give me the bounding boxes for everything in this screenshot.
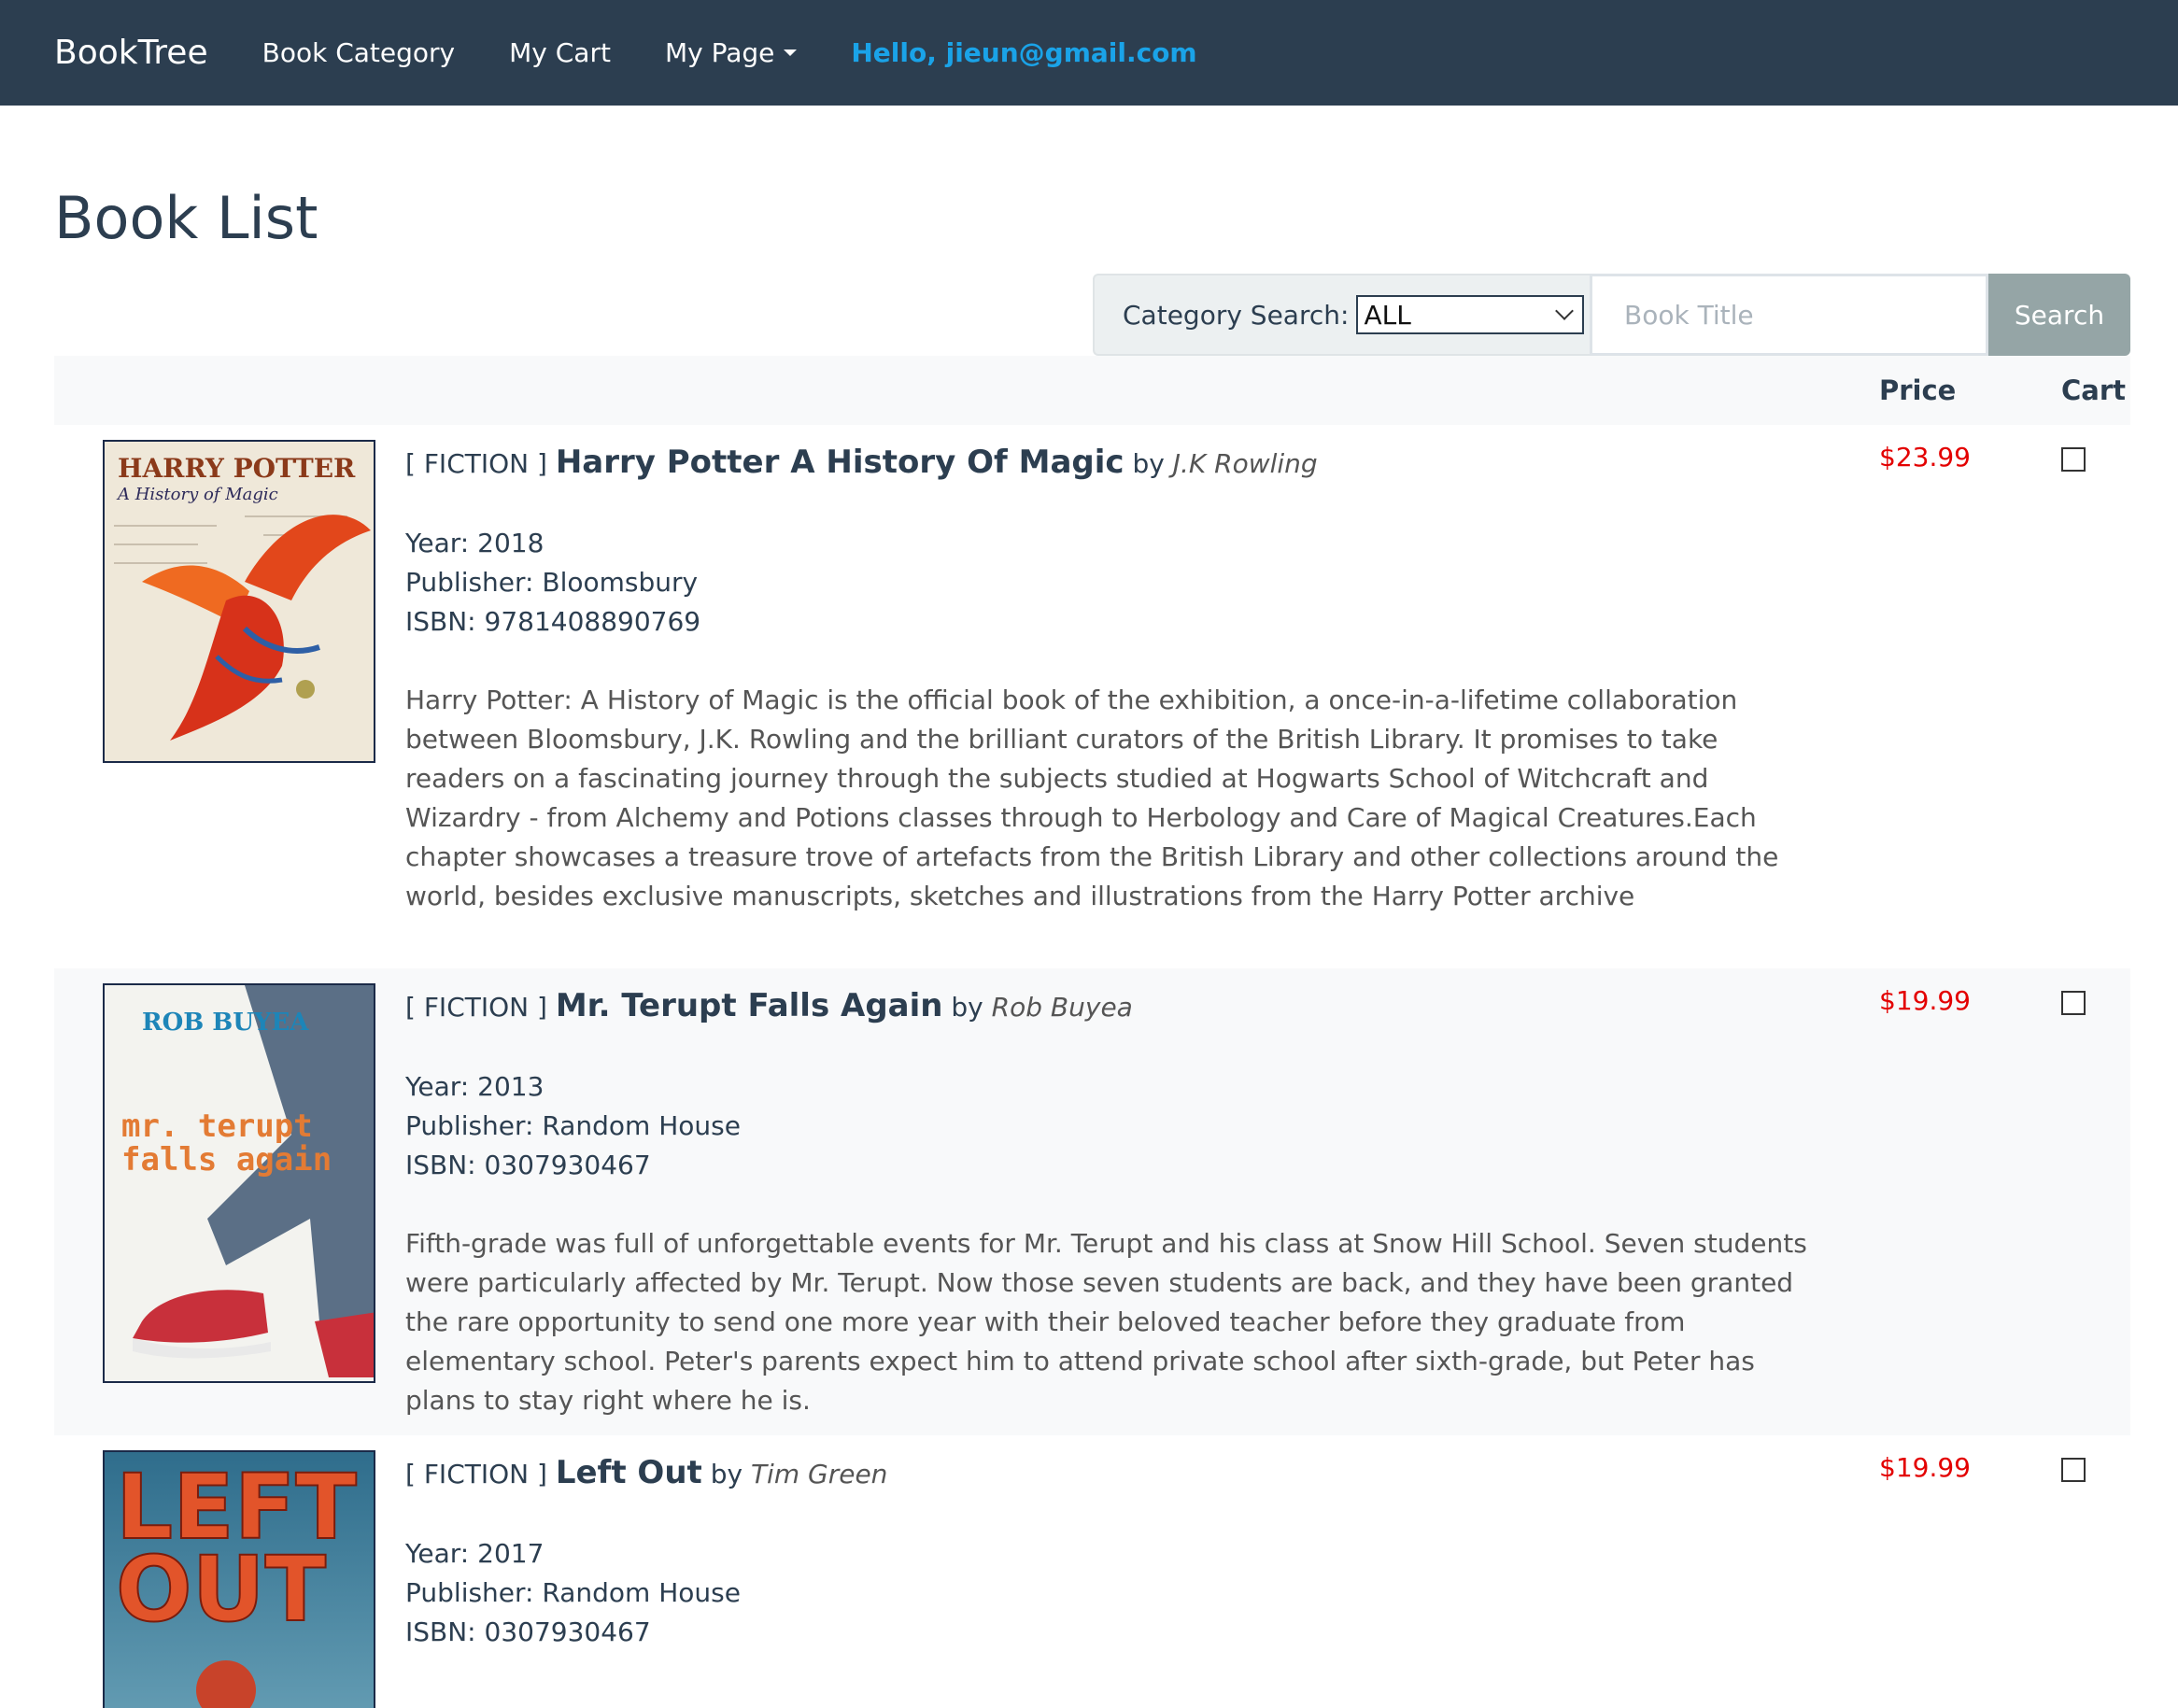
book-title[interactable]: Harry Potter A History Of Magic: [556, 444, 1124, 481]
book-category: [ FICTION ]: [405, 1459, 547, 1489]
table-row: HARRY POTTER A History of Magic [ FICTIO…: [54, 425, 2130, 968]
cover-title-line2: OUT: [116, 1537, 326, 1642]
book-info: [ FICTION ] Left Out by Tim Green Year: …: [405, 1454, 1900, 1691]
chevron-down-icon: [1555, 302, 1575, 320]
page-title: Book List: [54, 184, 318, 252]
category-search-group: Category Search: ALL: [1093, 274, 1590, 356]
book-description: Fifth-grade was full of unforgettable ev…: [405, 1228, 1807, 1416]
book-info: [ FICTION ] Mr. Terupt Falls Again by Ro…: [405, 987, 1900, 1420]
table-header: Price Cart: [54, 356, 2130, 425]
category-select[interactable]: ALL: [1356, 295, 1585, 334]
nav-book-category[interactable]: Book Category: [262, 37, 456, 68]
book-category: [ FICTION ]: [405, 992, 547, 1023]
table-row: LEFT OUT [ FICTION ] Left Out by Tim Gre…: [54, 1435, 2130, 1708]
brand-link[interactable]: BookTree: [54, 34, 208, 72]
cover-title-line1: mr. terupt: [121, 1108, 313, 1145]
cover-illustration: HARRY POTTER A History of Magic: [105, 442, 374, 761]
book-cover-left-out[interactable]: LEFT OUT: [103, 1450, 375, 1708]
book-title-input[interactable]: Book Title: [1590, 274, 1988, 356]
book-year: Year: 2018: [405, 528, 544, 558]
book-isbn: ISBN: 9781408890769: [405, 606, 701, 637]
book-author: J.K Rowling: [1172, 448, 1318, 479]
cover-illustration: LEFT OUT: [105, 1452, 374, 1708]
by-label: by: [710, 1459, 743, 1489]
search-button[interactable]: Search: [1988, 274, 2130, 356]
table-row: ROB BUYEA mr. terupt falls again [ FICTI…: [54, 968, 2130, 1435]
user-greeting[interactable]: Hello, jieun@gmail.com: [851, 37, 1196, 68]
book-category: [ FICTION ]: [405, 448, 547, 479]
cover-illustration: ROB BUYEA mr. terupt falls again: [105, 985, 374, 1381]
add-to-cart-checkbox[interactable]: [2061, 447, 2086, 472]
book-publisher: Publisher: Random House: [405, 1577, 741, 1608]
caret-down-icon: [784, 49, 798, 56]
cover-subtitle-text: A History of Magic: [116, 485, 278, 504]
book-isbn: ISBN: 0307930467: [405, 1616, 651, 1647]
add-to-cart-checkbox[interactable]: [2061, 1458, 2086, 1482]
search-bar: Category Search: ALL Book Title Search: [1093, 274, 2130, 356]
book-cover-harry-potter[interactable]: HARRY POTTER A History of Magic: [103, 440, 375, 763]
category-search-label: Category Search:: [1123, 299, 1350, 331]
cover-title-text: HARRY POTTER: [118, 453, 356, 484]
book-author: Tim Green: [750, 1459, 888, 1489]
nav-my-page-label: My Page: [664, 37, 775, 68]
book-isbn: ISBN: 0307930467: [405, 1150, 651, 1180]
book-price: $19.99: [1879, 1452, 1971, 1483]
book-cover-mr-terupt[interactable]: ROB BUYEA mr. terupt falls again: [103, 983, 375, 1383]
book-publisher: Publisher: Random House: [405, 1110, 741, 1141]
cover-author-text: ROB BUYEA: [142, 1009, 309, 1037]
by-label: by: [1132, 448, 1165, 479]
book-title[interactable]: Left Out: [556, 1454, 702, 1491]
price-column-header: Price: [1879, 374, 1957, 406]
book-publisher: Publisher: Bloomsbury: [405, 567, 699, 598]
nav-my-page[interactable]: My Page: [664, 37, 798, 68]
cart-column-header: Cart: [2061, 374, 2127, 406]
by-label: by: [951, 992, 983, 1023]
book-description: Harry Potter: A History of Magic is the …: [405, 685, 1779, 911]
book-year: Year: 2013: [405, 1071, 544, 1102]
book-title[interactable]: Mr. Terupt Falls Again: [556, 987, 943, 1024]
book-info: [ FICTION ] Harry Potter A History Of Ma…: [405, 444, 1900, 916]
book-price: $23.99: [1879, 442, 1971, 473]
top-navbar: BookTree Book Category My Cart My Page H…: [0, 0, 2178, 106]
nav-my-cart[interactable]: My Cart: [509, 37, 611, 68]
category-select-value: ALL: [1364, 299, 1411, 331]
book-year: Year: 2017: [405, 1538, 544, 1569]
add-to-cart-checkbox[interactable]: [2061, 991, 2086, 1015]
book-price: $19.99: [1879, 985, 1971, 1016]
cover-title-line2: falls again: [121, 1141, 332, 1179]
book-author: Rob Buyea: [991, 992, 1133, 1023]
